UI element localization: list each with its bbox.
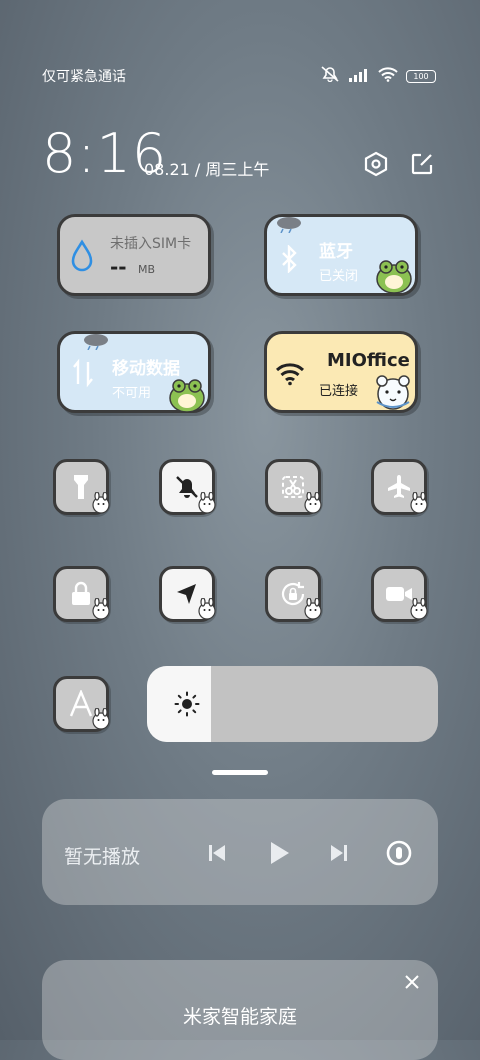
bunny-sticker-icon [302,491,324,514]
bunny-sticker-icon [90,491,112,514]
next-track-button[interactable] [322,836,356,870]
audio-output-button[interactable] [382,836,416,870]
bunny-sticker-icon [408,491,430,514]
data-usage-label: 未插入SIM卡 [110,236,192,252]
mobile-data-tile[interactable]: 移动数据 不可用 [57,331,211,413]
brightness-slider[interactable] [147,666,438,742]
status-icons: 100 [320,66,436,86]
bunny-sticker-icon [302,597,324,620]
bluetooth-label: 蓝牙 [319,242,353,262]
water-drop-icon [68,239,96,277]
previous-track-button[interactable] [200,836,234,870]
battery-icon: 100 [406,69,436,83]
data-usage-unit: MB [138,263,156,276]
bear-sticker-icon [373,372,413,416]
bunny-sticker-icon [90,597,112,620]
mobile-data-status: 不可用 [112,386,152,401]
bluetooth-icon [279,244,299,277]
settings-hexagon-icon[interactable] [362,150,390,178]
wifi-status: 已连接 [319,384,359,399]
data-usage-value: -- [110,255,127,279]
sun-icon [174,691,200,721]
frog-sticker-icon [166,374,208,418]
smart-home-title: 米家智能家庭 [182,1006,297,1028]
drag-handle[interactable] [212,770,268,775]
wifi-tile[interactable]: MIOffice 已连接 [264,331,418,413]
skip-previous-icon [209,845,225,861]
bluetooth-tile[interactable]: 蓝牙 已关闭 [264,214,418,296]
wifi-status-icon [378,66,398,86]
wifi-icon [275,362,305,390]
edit-icon[interactable] [408,150,436,178]
wifi-network-name: MIOffice [327,350,410,371]
data-arrows-icon [72,358,94,392]
close-icon[interactable] [402,972,422,996]
bluetooth-status: 已关闭 [319,269,359,284]
skip-next-icon [331,845,347,861]
rain-cloud-icon [80,332,112,354]
signal-icon [348,67,370,86]
bunny-sticker-icon [196,597,218,620]
data-usage-tile[interactable]: 未插入SIM卡 -- MB [57,214,211,296]
status-carrier-text: 仅可紧急通话 [42,69,126,85]
bunny-sticker-icon [196,491,218,514]
bunny-sticker-icon [90,707,112,730]
date-text: 08.21 / 周三上午 [144,160,270,179]
media-status-text: 暂无播放 [64,846,141,868]
play-icon [271,842,289,864]
audio-output-icon [386,840,412,866]
bunny-sticker-icon [408,597,430,620]
rain-cloud-icon [273,215,305,237]
frog-sticker-icon [373,255,415,299]
mute-icon [320,66,340,86]
play-button[interactable] [262,836,296,870]
